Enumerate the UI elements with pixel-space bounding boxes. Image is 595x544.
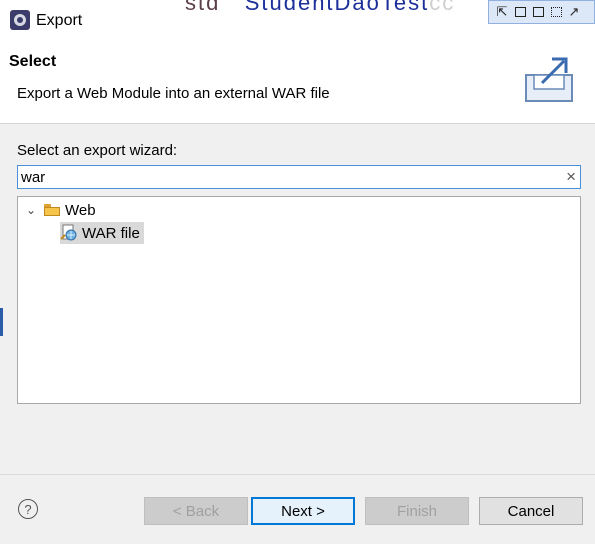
tree-item-war-file[interactable]: WAR file bbox=[60, 222, 144, 244]
title-bar: Export std StudentDaoTestcc ⇱ ↗ bbox=[0, 0, 595, 43]
background-toolbar: ⇱ ↗ bbox=[488, 0, 595, 24]
help-icon[interactable]: ? bbox=[18, 499, 38, 519]
minimize-view-icon[interactable] bbox=[513, 5, 527, 19]
page-title: Select bbox=[9, 53, 57, 70]
background-fragment: cc bbox=[429, 0, 456, 15]
export-banner-icon bbox=[525, 57, 573, 102]
wizard-footer: ? < Back Next > Finish Cancel bbox=[0, 474, 595, 544]
wizard-header: Select Export a Web Module into an exter… bbox=[0, 43, 595, 124]
filter-field[interactable]: × bbox=[17, 165, 581, 189]
clear-icon[interactable]: × bbox=[566, 167, 576, 187]
back-button[interactable]: < Back bbox=[144, 497, 248, 525]
war-file-icon bbox=[60, 224, 77, 241]
page-description: Export a Web Module into an external WAR… bbox=[17, 85, 330, 102]
chevron-down-icon[interactable]: ⌄ bbox=[24, 203, 38, 217]
next-button[interactable]: Next > bbox=[251, 497, 355, 525]
cancel-button[interactable]: Cancel bbox=[479, 497, 583, 525]
tree-item-label: WAR file bbox=[82, 224, 140, 242]
wizard-body: Select an export wizard: × ⌄ Web WAR fil… bbox=[0, 124, 595, 474]
wizard-list-label: Select an export wizard: bbox=[17, 142, 178, 159]
background-window-edge bbox=[0, 308, 3, 336]
folder-open-icon bbox=[44, 204, 60, 216]
eclipse-app-icon bbox=[10, 10, 30, 30]
share-icon[interactable]: ⇱ bbox=[495, 4, 509, 19]
restore-view-icon[interactable] bbox=[549, 5, 563, 19]
arrow-icon[interactable]: ↗ bbox=[567, 4, 581, 19]
wizard-tree[interactable]: ⌄ Web WAR file bbox=[17, 196, 581, 404]
background-fragment: StudentDaoTest bbox=[244, 0, 430, 15]
filter-input[interactable] bbox=[21, 168, 551, 186]
finish-button[interactable]: Finish bbox=[365, 497, 469, 525]
window-title: Export bbox=[36, 12, 83, 29]
tree-item-label: Web bbox=[65, 201, 96, 219]
background-editor-text: std StudentDaoTestcc bbox=[185, 0, 455, 16]
maximize-view-icon[interactable] bbox=[531, 5, 545, 19]
background-fragment: std bbox=[185, 0, 221, 15]
tree-item-web[interactable]: ⌄ Web bbox=[24, 199, 96, 221]
